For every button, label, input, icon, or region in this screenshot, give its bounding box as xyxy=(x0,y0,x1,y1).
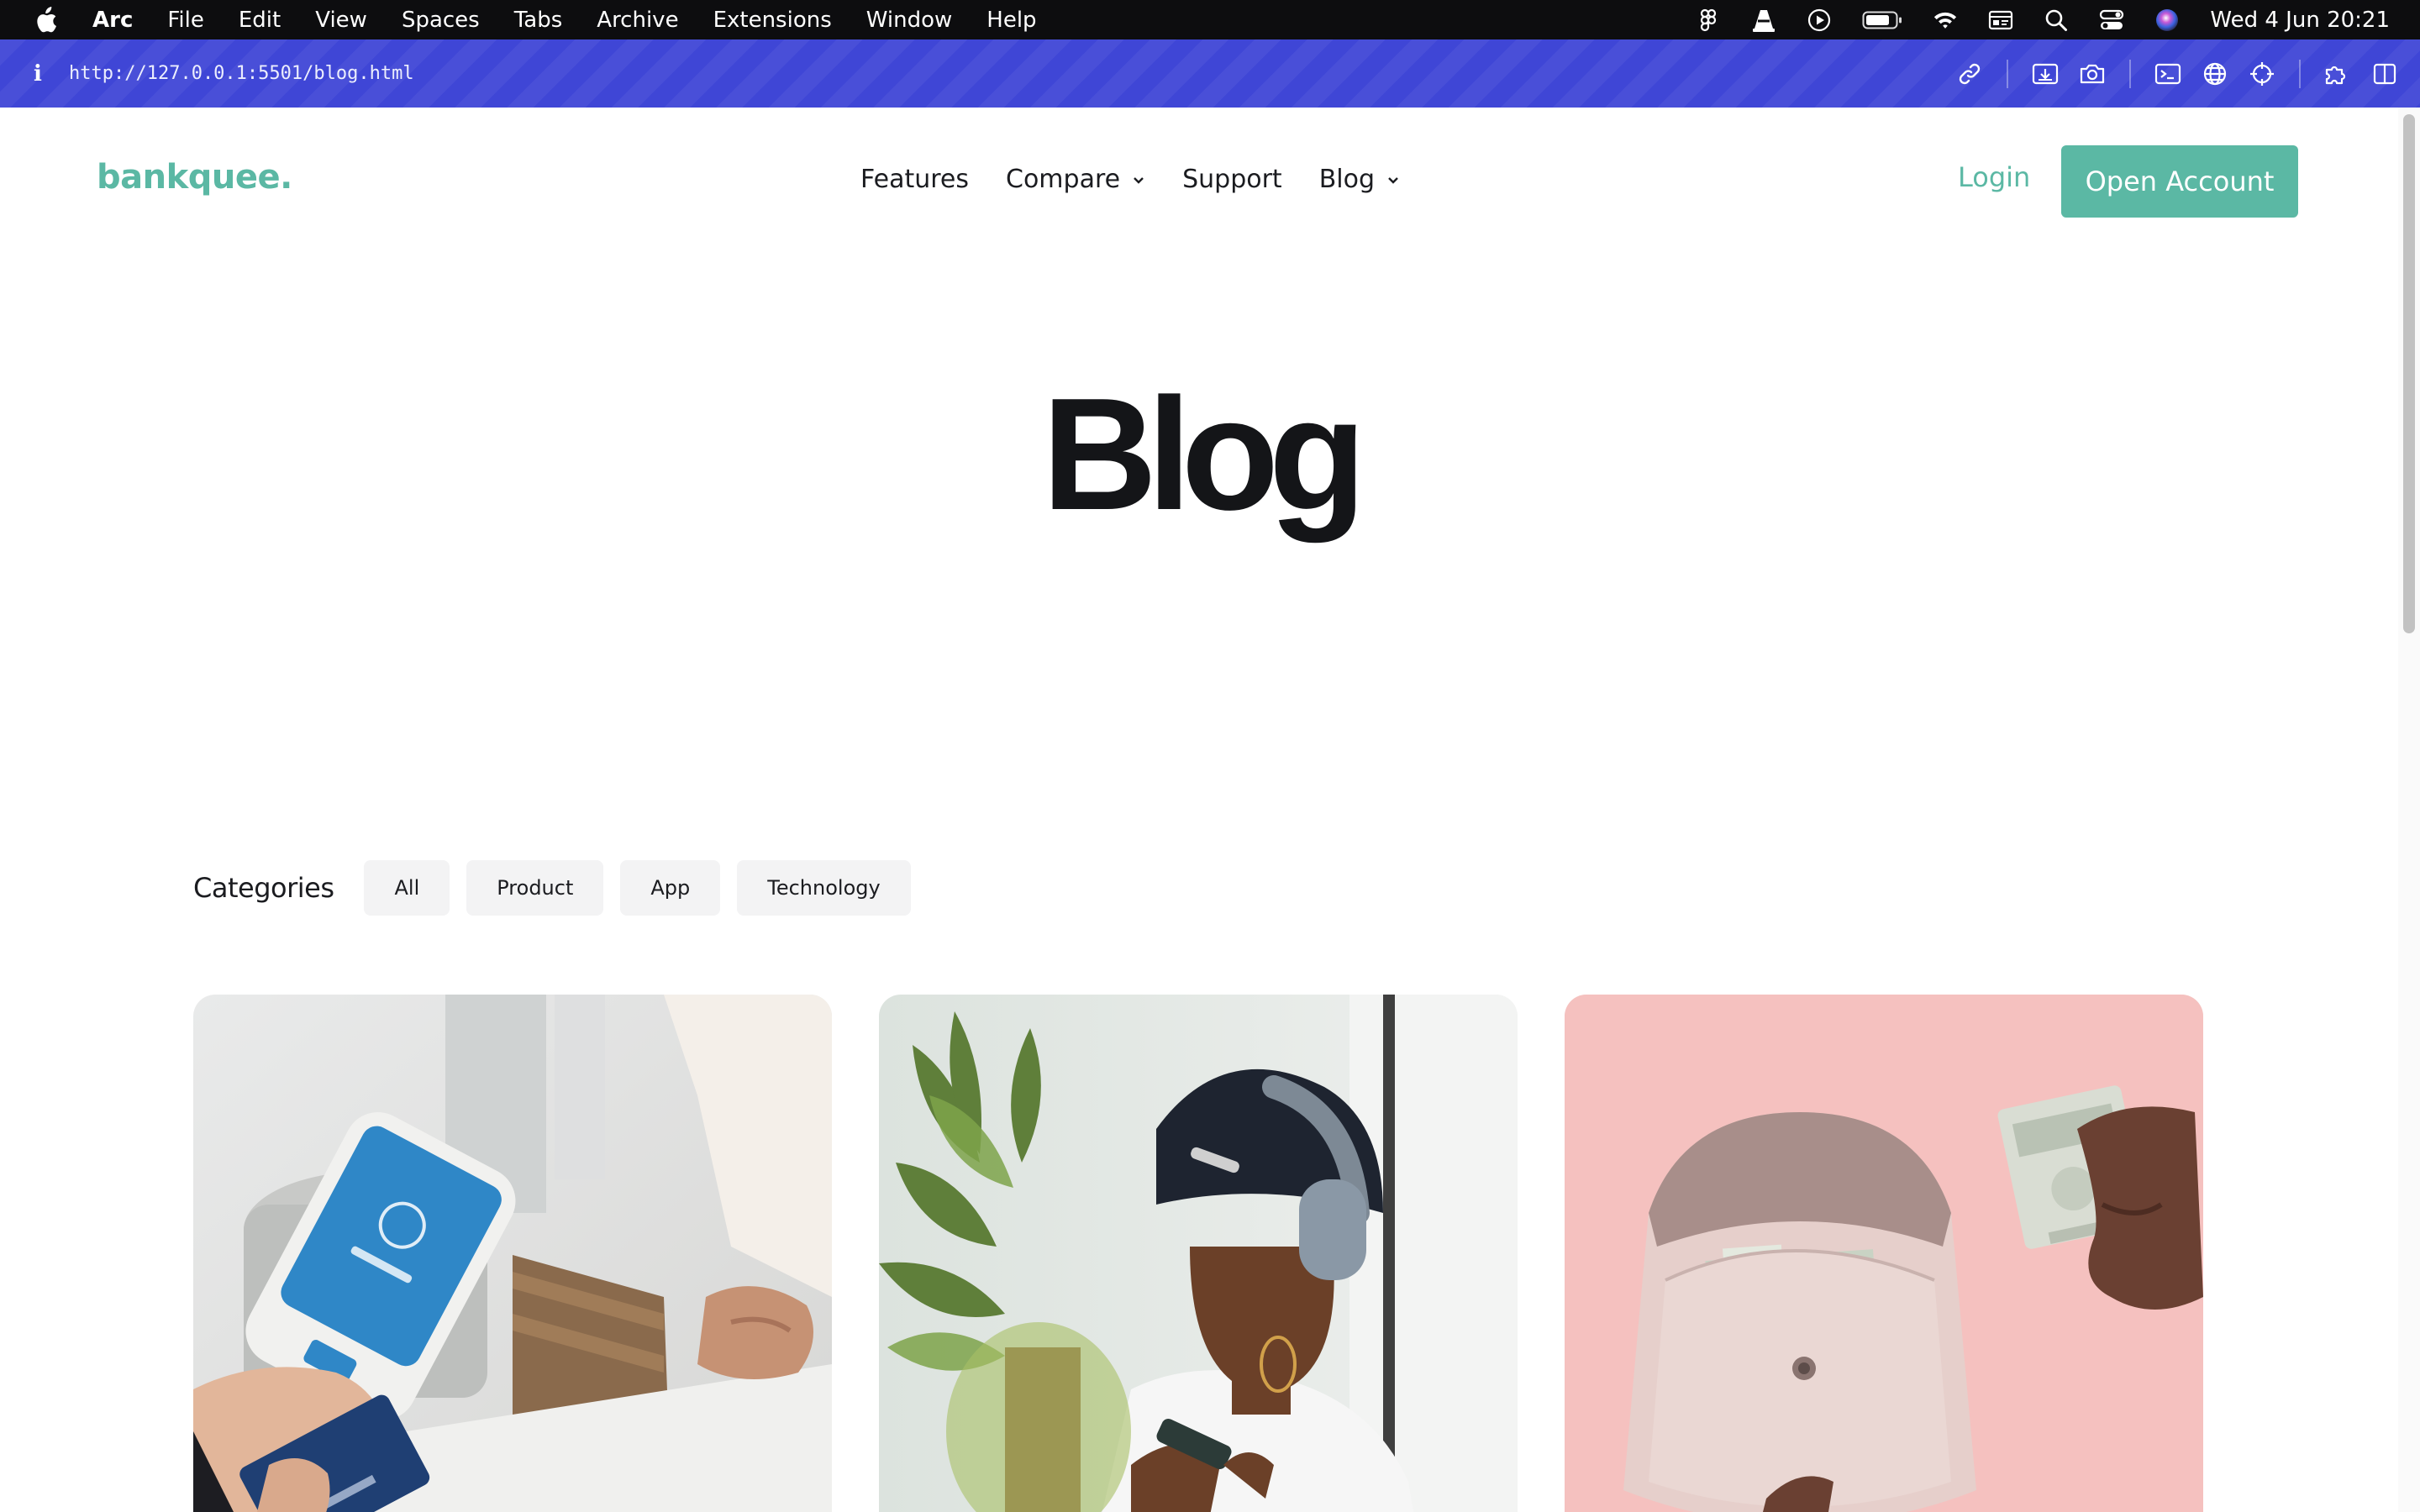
console-icon[interactable] xyxy=(2153,59,2183,89)
menu-help[interactable]: Help xyxy=(986,8,1036,33)
site-info-icon[interactable]: i xyxy=(25,61,50,87)
woman-headphones-phone-photo xyxy=(879,995,1518,1512)
blog-card[interactable] xyxy=(879,995,1518,1512)
category-chip-technology[interactable]: Technology xyxy=(737,860,911,916)
control-center-icon[interactable] xyxy=(2099,8,2124,33)
menu-tabs[interactable]: Tabs xyxy=(514,8,563,33)
menu-extensions[interactable]: Extensions xyxy=(713,8,832,33)
nav-label: Compare xyxy=(1006,165,1121,194)
menu-view[interactable]: View xyxy=(315,8,367,33)
nav-compare[interactable]: Compare xyxy=(1006,165,1145,194)
menu-spaces[interactable]: Spaces xyxy=(402,8,480,33)
blog-card[interactable] xyxy=(193,995,832,1512)
url-text[interactable]: http://127.0.0.1:5501/blog.html xyxy=(69,63,414,84)
nav-label: Blog xyxy=(1318,165,1376,194)
camera-icon[interactable] xyxy=(2077,59,2107,89)
page-scrollbar[interactable] xyxy=(2398,108,2420,1512)
menu-arc[interactable]: Arc xyxy=(92,8,133,33)
crosshair-icon[interactable] xyxy=(2247,59,2277,89)
wifi-icon[interactable] xyxy=(1933,8,1958,33)
categories-label: Categories xyxy=(193,872,334,904)
main-nav: Features Compare Support Blog xyxy=(860,165,1437,194)
menu-file[interactable]: File xyxy=(167,8,204,33)
site-header: bankquee. Features Compare Support Blog xyxy=(0,108,2398,255)
figma-icon[interactable] xyxy=(1696,8,1721,33)
site-logo[interactable]: bankquee. xyxy=(97,158,292,197)
play-icon[interactable] xyxy=(1807,8,1832,33)
chevron-down-icon xyxy=(1386,173,1400,186)
menu-edit[interactable]: Edit xyxy=(239,8,281,33)
globe-icon[interactable] xyxy=(2200,59,2230,89)
capture-icon[interactable] xyxy=(2030,59,2060,89)
category-chip-app[interactable]: App xyxy=(620,860,721,916)
chevron-down-icon xyxy=(1132,173,1145,186)
open-account-button[interactable]: Open Account xyxy=(2061,145,2298,218)
siri-icon[interactable] xyxy=(2154,8,2180,33)
extensions-icon[interactable] xyxy=(2323,59,2353,89)
nav-features[interactable]: Features xyxy=(860,165,969,194)
category-chip-product[interactable]: Product xyxy=(466,860,604,916)
display-icon[interactable] xyxy=(1988,8,2013,33)
toolbar-divider xyxy=(2129,59,2131,88)
pink-wallet-cash-photo xyxy=(1565,995,2203,1512)
blog-post-grid xyxy=(193,995,2203,1512)
nav-label: Support xyxy=(1182,165,1282,194)
macos-menu-bar: Arc File Edit View Spaces Tabs Archive E… xyxy=(0,0,2420,39)
menu-window[interactable]: Window xyxy=(866,8,953,33)
page-viewport: bankquee. Features Compare Support Blog xyxy=(0,108,2420,1512)
toolbar-divider xyxy=(2007,59,2008,88)
nav-blog[interactable]: Blog xyxy=(1319,165,1400,194)
link-icon[interactable] xyxy=(1954,59,1985,89)
browser-toolbar xyxy=(1938,39,2400,108)
category-filter: Categories All Product App Technology xyxy=(193,859,928,916)
vlc-icon[interactable] xyxy=(1751,8,1776,33)
nav-support[interactable]: Support xyxy=(1182,165,1282,194)
search-icon[interactable] xyxy=(2044,8,2069,33)
blog-card[interactable] xyxy=(1565,995,2203,1512)
apple-logo-icon[interactable] xyxy=(32,6,59,34)
toolbar-divider xyxy=(2299,59,2301,88)
login-link[interactable]: Login xyxy=(1958,161,2030,193)
battery-icon[interactable] xyxy=(1862,8,1902,33)
card-payment-terminal-photo xyxy=(193,995,832,1512)
page-title: Blog xyxy=(1041,365,1366,543)
split-view-icon[interactable] xyxy=(2370,59,2400,89)
browser-url-bar: i http://127.0.0.1:5501/blog.html xyxy=(0,39,2420,108)
scrollbar-thumb[interactable] xyxy=(2403,114,2415,633)
menu-archive[interactable]: Archive xyxy=(597,8,678,33)
category-chip-all[interactable]: All xyxy=(364,860,450,916)
menu-bar-clock[interactable]: Wed 4 Jun 20:21 xyxy=(2210,8,2390,33)
nav-label: Features xyxy=(860,165,969,194)
